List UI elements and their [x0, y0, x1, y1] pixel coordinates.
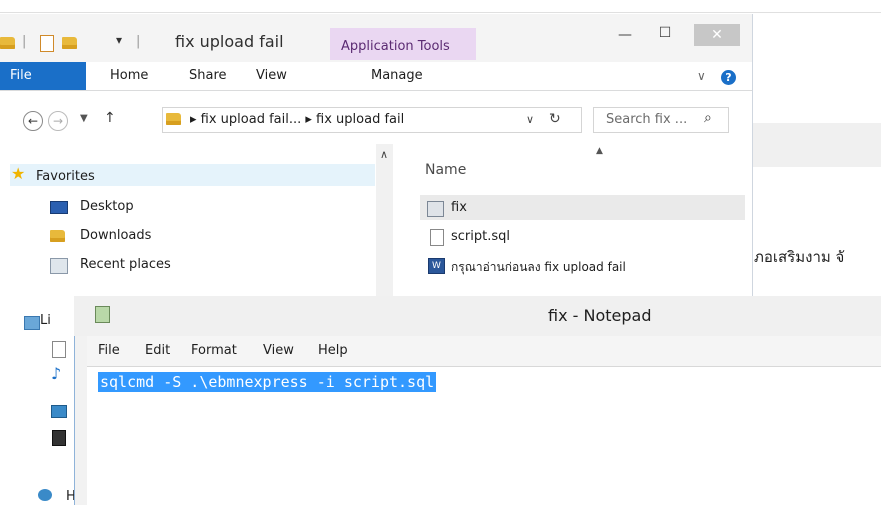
- batch-file-icon: [427, 201, 444, 217]
- file-name[interactable]: script.sql: [451, 229, 510, 244]
- pictures-icon: [51, 405, 67, 418]
- close-button[interactable]: ✕: [694, 24, 740, 46]
- up-icon[interactable]: ↑: [104, 110, 116, 126]
- tab-manage[interactable]: Manage: [371, 62, 423, 90]
- new-folder-icon[interactable]: [62, 37, 77, 49]
- videos-icon: [52, 430, 66, 446]
- file-row-selected[interactable]: [420, 195, 745, 220]
- maximize-icon[interactable]: ☐: [648, 22, 682, 44]
- menu-file[interactable]: File: [98, 343, 120, 358]
- address-dropdown-icon[interactable]: ∨: [526, 113, 534, 126]
- libraries-icon: [24, 316, 40, 330]
- file-name[interactable]: กรุณาอ่านก่อนลง fix upload fail: [451, 258, 626, 277]
- expand-ribbon-icon[interactable]: ∨: [697, 69, 706, 83]
- word-doc-icon: W: [428, 258, 445, 274]
- notepad-icon: [95, 306, 110, 323]
- tab-view[interactable]: View: [256, 62, 287, 90]
- column-header-name[interactable]: Name: [425, 162, 466, 178]
- documents-icon: [52, 341, 66, 358]
- qat-dropdown-icon[interactable]: ▾: [116, 33, 122, 47]
- recent-locations-icon[interactable]: ▼: [80, 113, 88, 124]
- nav-item-recent-places[interactable]: Recent places: [80, 257, 171, 272]
- notepad-titlebar: [74, 296, 881, 336]
- music-icon: ♪: [51, 364, 62, 383]
- folder-icon: [166, 113, 181, 125]
- background-text: ภอเสริมงาม จั: [754, 248, 845, 266]
- back-button[interactable]: ←: [23, 111, 43, 131]
- address-path[interactable]: ▸ fix upload fail... ▸ fix upload fail: [190, 112, 404, 127]
- tab-share[interactable]: Share: [189, 62, 227, 90]
- nav-item-libraries[interactable]: Li: [40, 313, 51, 328]
- separator: |: [22, 34, 27, 49]
- scroll-up-icon[interactable]: ∧: [380, 148, 388, 161]
- forward-button[interactable]: →: [48, 111, 68, 131]
- refresh-icon[interactable]: ↻: [549, 111, 561, 127]
- application-tools-label: Application Tools: [341, 39, 450, 54]
- search-input[interactable]: Search fix ...: [606, 112, 687, 127]
- minimize-icon[interactable]: —: [608, 24, 642, 46]
- file-name[interactable]: fix: [451, 200, 467, 215]
- homegroup-icon: [38, 489, 52, 501]
- sort-ascending-icon: ▲: [596, 146, 603, 156]
- star-icon: ★: [11, 164, 26, 183]
- search-icon[interactable]: ⌕: [704, 110, 712, 126]
- nav-item-downloads[interactable]: Downloads: [80, 228, 151, 243]
- menu-view[interactable]: View: [263, 343, 294, 358]
- recent-places-icon: [50, 258, 68, 274]
- properties-icon[interactable]: [40, 35, 54, 52]
- tab-file[interactable]: File: [0, 62, 86, 90]
- desktop-icon: [50, 201, 68, 214]
- blank-file-icon: [430, 229, 444, 246]
- folder-icon: [0, 37, 15, 49]
- separator: |: [136, 34, 141, 49]
- nav-item-desktop[interactable]: Desktop: [80, 199, 134, 214]
- menu-edit[interactable]: Edit: [145, 343, 170, 358]
- nav-item-favorites[interactable]: Favorites: [36, 169, 95, 184]
- menu-help[interactable]: Help: [318, 343, 348, 358]
- nav-scrollbar[interactable]: [376, 144, 393, 309]
- window-title: fix upload fail: [175, 32, 284, 51]
- background-strip: [753, 123, 881, 167]
- help-icon[interactable]: ?: [721, 70, 736, 85]
- notepad-content[interactable]: sqlcmd -S .\ebmnexpress -i script.sql: [98, 372, 437, 392]
- tab-home[interactable]: Home: [110, 62, 148, 90]
- notepad-title: fix - Notepad: [548, 306, 652, 325]
- menu-format[interactable]: Format: [191, 343, 237, 358]
- downloads-icon: [50, 230, 65, 242]
- top-border: [0, 12, 881, 13]
